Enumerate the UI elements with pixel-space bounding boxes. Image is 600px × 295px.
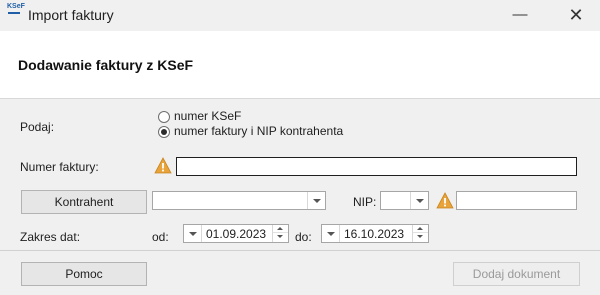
spin-down-icon[interactable] bbox=[273, 233, 288, 241]
nip-label: NIP: bbox=[353, 195, 377, 209]
radio-numer-ksef[interactable] bbox=[158, 111, 170, 123]
chevron-down-icon[interactable] bbox=[410, 192, 428, 209]
chevron-down-icon[interactable] bbox=[322, 225, 340, 242]
date-to-value[interactable]: 16.10.2023 bbox=[344, 226, 404, 243]
ksef-app-icon: KSeF bbox=[7, 3, 25, 14]
radio-numer-faktury-nip[interactable] bbox=[158, 126, 170, 138]
nip-prefix-combo[interactable] bbox=[380, 191, 429, 210]
add-document-button[interactable]: Dodaj dokument bbox=[453, 262, 580, 286]
radio-numer-faktury-nip-label[interactable]: numer faktury i NIP kontrahenta bbox=[174, 124, 343, 138]
contractor-button[interactable]: Kontrahent bbox=[21, 190, 147, 214]
chevron-down-icon[interactable] bbox=[184, 225, 202, 242]
radio-numer-ksef-label[interactable]: numer KSeF bbox=[174, 109, 241, 123]
app-icon-text: KSeF bbox=[7, 3, 25, 10]
date-range-label: Zakres dat: bbox=[20, 230, 81, 244]
date-from-label: od: bbox=[152, 230, 169, 244]
date-to-label: do: bbox=[295, 230, 312, 244]
warning-icon bbox=[436, 192, 454, 209]
date-from-picker[interactable]: 01.09.2023 bbox=[183, 224, 289, 243]
warning-icon bbox=[154, 157, 172, 174]
contractor-combo[interactable] bbox=[152, 191, 326, 210]
invoice-number-input[interactable] bbox=[176, 157, 577, 176]
spin-up-icon[interactable] bbox=[273, 225, 288, 233]
spin-up-icon[interactable] bbox=[413, 225, 428, 233]
header-panel: Dodawanie faktury z KSeF bbox=[0, 31, 600, 99]
footer-divider bbox=[0, 250, 600, 251]
window-title: Import faktury bbox=[28, 7, 114, 23]
minimize-icon: — bbox=[512, 6, 528, 23]
minimize-button[interactable]: — bbox=[508, 4, 532, 26]
date-from-value[interactable]: 01.09.2023 bbox=[206, 226, 266, 243]
chevron-down-icon[interactable] bbox=[307, 192, 325, 209]
nip-input[interactable] bbox=[456, 191, 577, 210]
invoice-number-label: Numer faktury: bbox=[20, 160, 99, 174]
podaj-label: Podaj: bbox=[20, 120, 55, 134]
title-bar: KSeF Import faktury — ✕ bbox=[0, 0, 600, 31]
help-button[interactable]: Pomoc bbox=[21, 262, 147, 286]
date-from-spinner[interactable] bbox=[272, 225, 288, 242]
date-to-picker[interactable]: 16.10.2023 bbox=[321, 224, 429, 243]
date-to-spinner[interactable] bbox=[412, 225, 428, 242]
close-button[interactable]: ✕ bbox=[564, 4, 588, 26]
close-icon: ✕ bbox=[568, 5, 584, 25]
spin-down-icon[interactable] bbox=[413, 233, 428, 241]
page-title: Dodawanie faktury z KSeF bbox=[18, 57, 194, 73]
